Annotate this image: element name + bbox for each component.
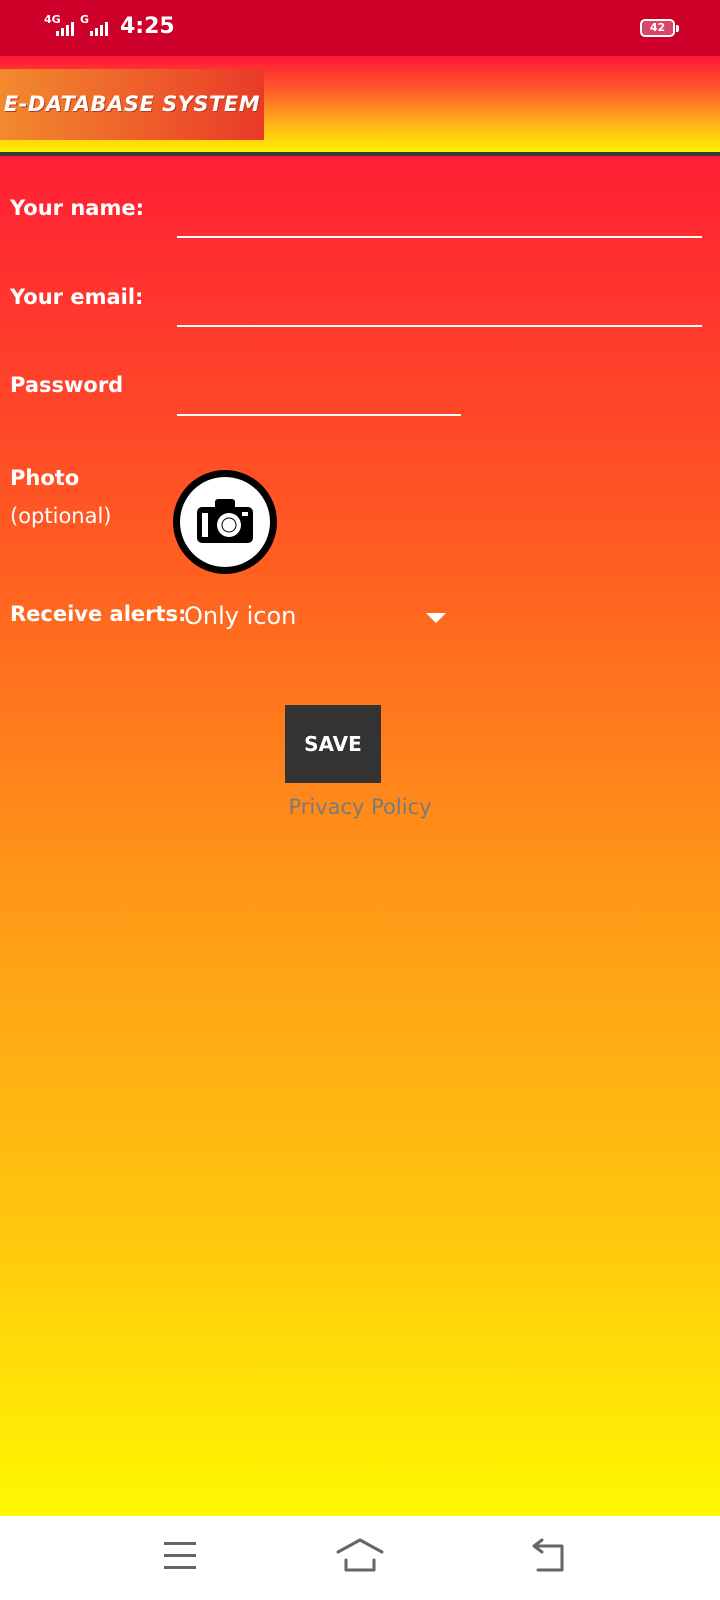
dropdown-arrow-icon [426, 613, 446, 623]
signal-icon: G [80, 14, 114, 40]
app-bar: E-DATABASE SYSTEM [0, 56, 720, 152]
camera-button[interactable] [173, 470, 277, 574]
navigation-bar [0, 1516, 720, 1600]
privacy-policy-link[interactable]: Privacy Policy [238, 792, 482, 822]
photo-label: Photo [10, 466, 80, 490]
status-time: 4:25 [120, 14, 175, 39]
menu-icon[interactable] [162, 1536, 198, 1576]
alerts-dropdown[interactable]: Only icon [184, 596, 454, 640]
photo-optional-label: (optional) [10, 504, 112, 528]
password-label: Password [10, 373, 124, 397]
screen: 4G G 4:25 42 E-DATABASE SYSTEM Your name… [0, 0, 720, 1600]
home-icon[interactable] [336, 1536, 384, 1576]
signal-icon: 4G [44, 14, 78, 40]
password-input[interactable] [177, 380, 461, 416]
camera-icon [180, 477, 270, 567]
email-input[interactable] [177, 291, 702, 327]
app-title-box: E-DATABASE SYSTEM [0, 69, 264, 140]
network-type-label: G [80, 13, 90, 26]
battery-level: 42 [649, 21, 666, 34]
save-button[interactable]: SAVE [285, 705, 381, 783]
battery-icon: 42 [640, 19, 679, 37]
status-bar: 4G G 4:25 42 [0, 0, 720, 56]
back-icon[interactable] [530, 1536, 570, 1576]
alerts-label: Receive alerts: [10, 602, 187, 626]
form-container: Your name: Your email: Password Photo (o… [0, 156, 720, 1516]
name-input[interactable] [177, 202, 702, 238]
name-label: Your name: [10, 196, 144, 220]
app-title: E-DATABASE SYSTEM [3, 92, 261, 116]
email-label: Your email: [10, 285, 144, 309]
alerts-selected-value: Only icon [184, 602, 297, 630]
